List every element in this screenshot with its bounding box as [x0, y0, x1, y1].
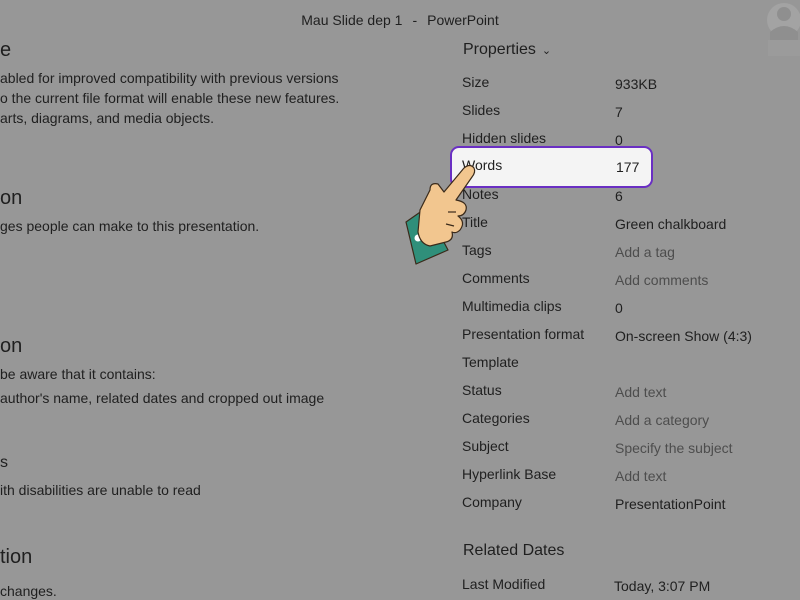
comments-field[interactable]: Add comments	[615, 272, 708, 288]
property-row-template: Template	[462, 354, 792, 376]
property-label: Hyperlink Base	[462, 466, 557, 482]
properties-heading[interactable]: Properties ⌄	[463, 41, 551, 59]
company-field[interactable]: PresentationPoint	[615, 496, 726, 512]
properties-title: Properties	[463, 41, 536, 58]
property-value: 6	[615, 188, 623, 204]
property-label: Comments	[462, 270, 530, 286]
manage-text-1: changes.	[0, 583, 57, 599]
section-heading-compatibility: e	[0, 39, 12, 61]
property-row-slides: Slides 7	[462, 102, 792, 124]
property-row-tags: Tags Add a tag	[462, 242, 792, 264]
property-row-presentation-format: Presentation format On-screen Show (4:3)	[462, 326, 792, 348]
info-sections: e abled for improved compatibility with …	[0, 0, 440, 600]
property-row-comments: Comments Add comments	[462, 270, 792, 292]
property-label: Slides	[462, 102, 501, 118]
inspect-text-1: be aware that it contains:	[0, 366, 156, 382]
property-row-subject: Subject Specify the subject	[462, 438, 792, 460]
property-row-title: Title Green chalkboard	[462, 214, 792, 236]
property-label: Size	[462, 74, 490, 90]
property-row-categories: Categories Add a category	[462, 410, 792, 432]
title-field[interactable]: Green chalkboard	[615, 216, 726, 232]
subject-field[interactable]: Specify the subject	[615, 440, 733, 456]
section-heading-manage: tion	[0, 546, 33, 568]
property-label: Multimedia clips	[462, 298, 562, 314]
property-label: Subject	[462, 438, 509, 454]
accessibility-text-1: ith disabilities are unable to read	[0, 482, 201, 498]
property-row-company: Company PresentationPoint	[462, 494, 792, 516]
property-row-status: Status Add text	[462, 382, 792, 404]
categories-field[interactable]: Add a category	[615, 412, 709, 428]
property-label: Categories	[462, 410, 530, 426]
property-label: Presentation format	[462, 326, 585, 342]
section-heading-accessibility: s	[0, 454, 8, 471]
property-label: Template	[462, 354, 519, 370]
compatibility-text-2: o the current file format will enable th…	[0, 90, 340, 106]
property-label: Hidden slides	[462, 130, 547, 146]
protect-text-1: ges people can make to this presentation…	[0, 218, 260, 234]
compatibility-text-3: arts, diagrams, and media objects.	[0, 110, 214, 126]
compatibility-text-1: abled for improved compatibility with pr…	[0, 70, 339, 86]
pointing-hand-icon	[405, 164, 476, 265]
property-label: Status	[462, 382, 502, 398]
property-row-multimedia-clips: Multimedia clips 0	[462, 298, 792, 320]
property-row-last-modified: Last Modified Today, 3:07 PM	[462, 576, 792, 598]
property-value: 7	[615, 104, 623, 120]
inspect-text-2: author's name, related dates and cropped…	[0, 390, 325, 406]
account-icon[interactable]	[754, 0, 800, 56]
tags-field[interactable]: Add a tag	[615, 244, 675, 260]
status-field[interactable]: Add text	[615, 384, 666, 400]
section-heading-protect: on	[0, 187, 23, 209]
property-value: On-screen Show (4:3)	[615, 328, 752, 344]
chevron-down-icon: ⌄	[541, 45, 552, 57]
related-dates-heading: Related Dates	[463, 542, 565, 559]
hyperlink-base-field[interactable]: Add text	[615, 468, 666, 484]
property-row-size: Size 933KB	[462, 74, 792, 96]
property-row-hyperlink-base: Hyperlink Base Add text	[462, 466, 792, 488]
property-value-words: 177	[616, 159, 640, 175]
property-value: Today, 3:07 PM	[614, 578, 711, 594]
section-heading-inspect: on	[0, 335, 23, 357]
property-label: Last Modified	[462, 576, 546, 592]
property-value: 933KB	[615, 76, 658, 92]
property-row-notes: Notes 6	[462, 186, 792, 208]
property-label: Company	[462, 494, 522, 510]
property-value: 0	[615, 300, 623, 316]
